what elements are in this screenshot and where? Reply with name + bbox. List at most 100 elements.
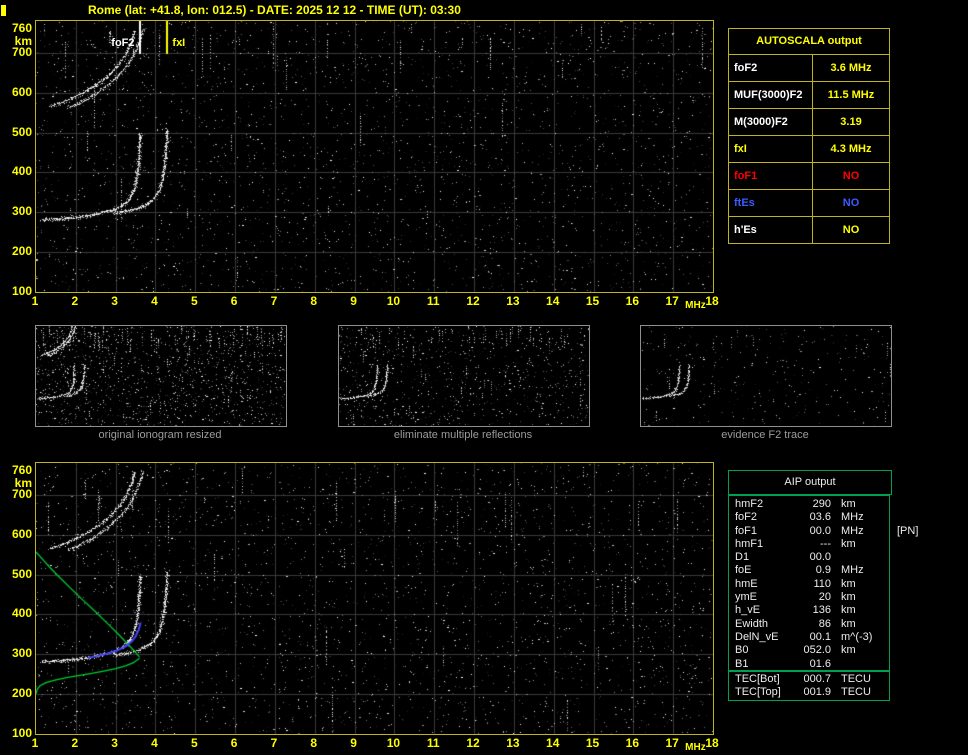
aip-row-TEC[Bot]: TEC[Bot] 000.7 TECU — [729, 673, 889, 686]
main-x-tick-label: 14 — [546, 294, 560, 308]
profile-x-tick-label: 2 — [71, 736, 79, 750]
panel-eliminate-reflections — [338, 325, 590, 427]
aip-param-value: 001.9 — [803, 686, 831, 699]
panel-original-ionogram — [35, 325, 287, 427]
aip-param-unit: km — [841, 498, 856, 510]
aip-param-value: --- — [820, 537, 831, 550]
aip-row-hmF2: hmF2 290 km — [729, 498, 889, 511]
profile-y-tick-label: 760 — [11, 463, 32, 477]
main-x-tick-label: 5 — [190, 294, 198, 308]
autoscala-row-fxI: fxI 4.3 MHz — [728, 135, 890, 163]
main-x-tick-label: 9 — [350, 294, 357, 308]
profile-y-tick-label: 500 — [11, 566, 32, 581]
aip-param-label: Ewidth — [735, 617, 769, 630]
original-ionogram-canvas — [36, 326, 286, 426]
profile-x-tick-label: 10 — [386, 736, 401, 750]
aip-param-label: hmE — [735, 577, 758, 590]
profile-x-tick-label: 14 — [546, 736, 560, 750]
aip-param-label: TEC[Bot] — [735, 673, 780, 685]
autoscala-param-value: 3.6 MHz — [830, 62, 872, 74]
autoscala-param-label: M(3000)F2 — [729, 109, 813, 135]
station-header: Rome (lat: +41.8, lon: 012.5) - DATE: 20… — [88, 3, 461, 17]
autoscala-param-value: 11.5 MHz — [827, 89, 875, 101]
profile-x-tick-label: 17 — [665, 736, 679, 750]
aip-param-label: D1 — [735, 551, 750, 564]
aip-param-value: 03.6 — [809, 511, 831, 524]
aip-param-unit: TECU — [841, 686, 871, 699]
autoscala-param-label: ftEs — [729, 190, 813, 216]
aip-param-label: ymE — [735, 591, 757, 604]
profile-x-tick-label: 6 — [230, 736, 238, 750]
profile-y-tick-label: 600 — [11, 526, 32, 541]
aip-row-foE: foE 0.9 MHz — [729, 564, 889, 577]
aip-param-value: 290 — [812, 498, 831, 510]
aip-param-label: foF1 — [735, 524, 758, 537]
profile-ionogram-canvas — [36, 463, 713, 734]
profile-x-tick-label: 15 — [585, 736, 600, 750]
autoscala-row-foF1: foF1 NO — [728, 162, 890, 190]
main-ionogram-panel — [35, 20, 714, 293]
aip-param-label: B0 — [735, 644, 749, 657]
aip-param-label: foE — [735, 564, 752, 577]
aip-param-unit: km — [841, 537, 856, 550]
autoscala-param-label: h'Es — [729, 217, 813, 243]
autoscala-param-label: foF1 — [729, 163, 813, 189]
aip-row-h_vE: h_vE 136 km — [729, 604, 889, 617]
autoscala-row-MUF(3000)F2: MUF(3000)F2 11.5 MHz — [728, 81, 890, 109]
main-y-tick-label: 500 — [11, 124, 32, 139]
main-x-tick-label: 8 — [310, 294, 318, 308]
main-x-tick-label: 16 — [625, 294, 640, 308]
profile-x-tick-label: 16 — [625, 736, 640, 750]
aip-param-value: 86 — [818, 617, 831, 630]
autoscala-param-label: foF2 — [729, 55, 813, 81]
autoscala-param-label: MUF(3000)F2 — [729, 82, 813, 108]
main-x-tick-label: 6 — [230, 294, 238, 308]
aip-param-value: 052.0 — [803, 644, 831, 657]
aip-param-unit: km — [841, 577, 856, 590]
main-x-tick-label: 17 — [665, 294, 679, 308]
main-x-tick-label: 3 — [111, 294, 118, 308]
profile-x-tick-label: 1 — [31, 736, 39, 750]
main-x-tick-label: 11 — [426, 294, 440, 308]
main-x-tick-label: 7 — [270, 294, 278, 308]
aip-param-value: 00.0 — [809, 551, 831, 564]
aip-param-unit: m^(-3) — [841, 630, 873, 643]
eliminate-reflections-canvas — [339, 326, 589, 426]
aip-row-Ewidth: Ewidth 86 km — [729, 618, 889, 631]
aip-table-header: AIP output — [728, 470, 892, 495]
aip-row-B1: B1 01.6 — [729, 658, 889, 671]
autoscala-param-value: NO — [842, 197, 860, 209]
profile-ionogram-panel — [35, 462, 714, 735]
profile-x-tick-label: 3 — [111, 736, 118, 750]
aip-param-value: 136 — [812, 604, 831, 617]
autoscala-param-value: NO — [842, 224, 860, 236]
main-ionogram-canvas — [36, 21, 713, 292]
fxI-marker-label: fxI — [172, 37, 186, 49]
aip-param-unit: km — [841, 617, 856, 630]
autoscala-param-value: 3.19 — [840, 116, 862, 128]
aip-param-unit: km — [841, 591, 856, 604]
main-x-tick-label: 10 — [386, 294, 401, 308]
evidence-f2-trace-canvas — [641, 326, 891, 426]
aip-param-unit: MHz — [841, 564, 864, 577]
autoscala-row-M(3000)F2: M(3000)F2 3.19 — [728, 108, 890, 136]
aip-param-unit — [831, 551, 841, 564]
main-y-tick-label: 760 — [11, 21, 32, 35]
aip-param-label: h_vE — [735, 604, 761, 617]
aip-param-value: 000.7 — [803, 673, 831, 685]
aip-param-value: 00.0 — [809, 524, 831, 537]
aip-param-unit: TECU — [841, 673, 871, 685]
aip-table: hmF2 290 km foF2 03.6 MHz foF1 00.0 MHz [PN] hmF1 -… — [728, 495, 918, 671]
autoscala-row-ftEs: ftEs NO — [728, 189, 890, 217]
autoscala-table-rows: foF2 3.6 MHz MUF(3000)F2 11.5 MHz M(3000)F2 3… — [728, 54, 890, 244]
aip-row-hmE: hmE 110 km — [729, 578, 889, 591]
profile-x-tick-label: 5 — [190, 736, 198, 750]
profile-x-tick-label: 11 — [426, 736, 440, 750]
aip-param-value: 110 — [813, 577, 831, 590]
aip-row-hmF1: hmF1 --- km — [729, 538, 889, 551]
aip-param-label: B1 — [735, 657, 749, 670]
main-y-tick-label: 300 — [11, 204, 32, 219]
autoscala-table-header: AUTOSCALA output — [728, 28, 890, 55]
main-x-tick-label: 4 — [151, 294, 158, 308]
autoscala-table: AUTOSCALA output foF2 3.6 MHz MUF(3000)F2 1… — [728, 28, 890, 244]
